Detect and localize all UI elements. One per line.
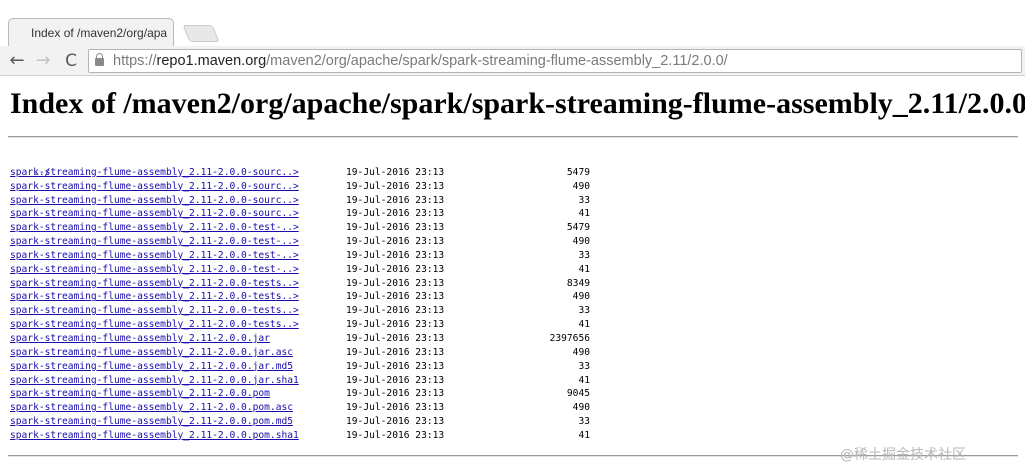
- file-size: 41: [578, 374, 590, 386]
- file-size: 41: [578, 319, 590, 331]
- url-path: /maven2/org/apache/spark/spark-streaming…: [266, 53, 728, 69]
- file-size: 41: [578, 208, 590, 220]
- file-link[interactable]: spark-streaming-flume-assembly_2.11-2.0.…: [10, 361, 293, 372]
- file-size: 9045: [566, 388, 590, 400]
- browser-tab[interactable]: Index of /maven2/org/apa: [8, 18, 174, 46]
- file-link[interactable]: spark-streaming-flume-assembly_2.11-2.0.…: [10, 347, 293, 358]
- forward-arrow-icon[interactable]: →: [32, 50, 54, 72]
- address-bar[interactable]: https://repo1.maven.org/maven2/org/apach…: [88, 49, 1022, 73]
- tab-title: Index of /maven2/org/apa: [31, 26, 168, 40]
- file-size: 33: [578, 416, 590, 428]
- file-size: 5479: [566, 166, 590, 178]
- file-link[interactable]: spark-streaming-flume-assembly_2.11-2.0.…: [10, 195, 299, 206]
- horizontal-rule-top: [8, 136, 1018, 138]
- file-link[interactable]: spark-streaming-flume-assembly_2.11-2.0.…: [10, 333, 270, 344]
- parent-directory-row: ../: [10, 152, 299, 178]
- reload-icon[interactable]: C: [60, 50, 82, 72]
- url-scheme: https://: [113, 53, 157, 69]
- file-size: 41: [578, 429, 590, 441]
- file-link[interactable]: spark-streaming-flume-assembly_2.11-2.0.…: [10, 402, 293, 413]
- file-date: 19-Jul-2016 23:13: [346, 388, 445, 400]
- file-size: 5479: [566, 222, 590, 234]
- file-size: 33: [578, 249, 590, 261]
- file-size: 8349: [566, 277, 590, 289]
- file-link[interactable]: spark-streaming-flume-assembly_2.11-2.0.…: [10, 416, 293, 427]
- file-date: 19-Jul-2016 23:13: [346, 429, 445, 441]
- file-link[interactable]: spark-streaming-flume-assembly_2.11-2.0.…: [10, 181, 299, 192]
- file-row: spark-streaming-flume-assembly_2.11-2.0.…: [10, 249, 590, 263]
- file-date: 19-Jul-2016 23:13: [346, 249, 445, 261]
- file-date: 19-Jul-2016 23:13: [346, 360, 445, 372]
- file-link[interactable]: spark-streaming-flume-assembly_2.11-2.0.…: [10, 208, 299, 219]
- file-link[interactable]: spark-streaming-flume-assembly_2.11-2.0.…: [10, 264, 299, 275]
- file-date: 19-Jul-2016 23:13: [346, 222, 445, 234]
- file-size: 490: [572, 402, 590, 414]
- file-link[interactable]: spark-streaming-flume-assembly_2.11-2.0.…: [10, 388, 270, 399]
- file-link[interactable]: spark-streaming-flume-assembly_2.11-2.0.…: [10, 375, 299, 386]
- file-date: 19-Jul-2016 23:13: [346, 194, 445, 206]
- file-date: 19-Jul-2016 23:13: [346, 416, 445, 428]
- file-size: 33: [578, 360, 590, 372]
- url-host: repo1.maven.org: [156, 53, 267, 69]
- file-row: spark-streaming-flume-assembly_2.11-2.0.…: [10, 180, 590, 194]
- file-row: spark-streaming-flume-assembly_2.11-2.0.…: [10, 235, 590, 249]
- file-row: spark-streaming-flume-assembly_2.11-2.0.…: [10, 387, 590, 401]
- file-row: spark-streaming-flume-assembly_2.11-2.0.…: [10, 277, 590, 291]
- address-url[interactable]: https://repo1.maven.org/maven2/org/apach…: [113, 53, 728, 69]
- directory-listing: ../ spark-streaming-flume-assembly_2.11-…: [10, 152, 590, 443]
- file-row: spark-streaming-flume-assembly_2.11-2.0.…: [10, 207, 590, 221]
- file-row: spark-streaming-flume-assembly_2.11-2.0.…: [10, 360, 590, 374]
- watermark: @稀土掘金技术社区: [840, 447, 966, 463]
- file-date: 19-Jul-2016 23:13: [346, 208, 445, 220]
- file-date: 19-Jul-2016 23:13: [346, 291, 445, 303]
- file-row: spark-streaming-flume-assembly_2.11-2.0.…: [10, 374, 590, 388]
- file-date: 19-Jul-2016 23:13: [346, 277, 445, 289]
- file-size: 33: [578, 305, 590, 317]
- back-arrow-icon[interactable]: ←: [6, 50, 28, 72]
- file-link[interactable]: spark-streaming-flume-assembly_2.11-2.0.…: [10, 167, 299, 178]
- file-date: 19-Jul-2016 23:13: [346, 236, 445, 248]
- file-link[interactable]: spark-streaming-flume-assembly_2.11-2.0.…: [10, 305, 299, 316]
- file-size: 2397656: [549, 332, 590, 344]
- file-date: 19-Jul-2016 23:13: [346, 263, 445, 275]
- page-title: Index of /maven2/org/apache/spark/spark-…: [10, 87, 1025, 120]
- file-row: spark-streaming-flume-assembly_2.11-2.0.…: [10, 401, 590, 415]
- file-date: 19-Jul-2016 23:13: [346, 180, 445, 192]
- file-size: 33: [578, 194, 590, 206]
- file-row: spark-streaming-flume-assembly_2.11-2.0.…: [10, 429, 590, 443]
- file-size: 490: [572, 346, 590, 358]
- file-row: spark-streaming-flume-assembly_2.11-2.0.…: [10, 221, 590, 235]
- file-row: spark-streaming-flume-assembly_2.11-2.0.…: [10, 263, 590, 277]
- file-date: 19-Jul-2016 23:13: [346, 374, 445, 386]
- file-row: spark-streaming-flume-assembly_2.11-2.0.…: [10, 346, 590, 360]
- file-link[interactable]: spark-streaming-flume-assembly_2.11-2.0.…: [10, 319, 299, 330]
- file-date: 19-Jul-2016 23:13: [346, 166, 445, 178]
- file-size: 490: [572, 291, 590, 303]
- file-row: spark-streaming-flume-assembly_2.11-2.0.…: [10, 332, 590, 346]
- file-link[interactable]: spark-streaming-flume-assembly_2.11-2.0.…: [10, 250, 299, 261]
- file-row: spark-streaming-flume-assembly_2.11-2.0.…: [10, 415, 590, 429]
- file-row: spark-streaming-flume-assembly_2.11-2.0.…: [10, 166, 590, 180]
- file-date: 19-Jul-2016 23:13: [346, 332, 445, 344]
- new-tab-button[interactable]: [182, 25, 220, 42]
- file-date: 19-Jul-2016 23:13: [346, 346, 445, 358]
- file-row: spark-streaming-flume-assembly_2.11-2.0.…: [10, 318, 590, 332]
- file-date: 19-Jul-2016 23:13: [346, 305, 445, 317]
- file-row: spark-streaming-flume-assembly_2.11-2.0.…: [10, 290, 590, 304]
- lock-icon: [95, 53, 104, 66]
- file-link[interactable]: spark-streaming-flume-assembly_2.11-2.0.…: [10, 278, 299, 289]
- file-date: 19-Jul-2016 23:13: [346, 402, 445, 414]
- tab-strip: Index of /maven2/org/apa: [0, 0, 1025, 46]
- file-link[interactable]: spark-streaming-flume-assembly_2.11-2.0.…: [10, 236, 299, 247]
- file-link[interactable]: spark-streaming-flume-assembly_2.11-2.0.…: [10, 430, 299, 441]
- file-row: spark-streaming-flume-assembly_2.11-2.0.…: [10, 194, 590, 208]
- file-size: 490: [572, 236, 590, 248]
- file-link[interactable]: spark-streaming-flume-assembly_2.11-2.0.…: [10, 222, 299, 233]
- browser-toolbar: ← → C https://repo1.maven.org/maven2/org…: [0, 46, 1025, 76]
- file-date: 19-Jul-2016 23:13: [346, 319, 445, 331]
- file-size: 490: [572, 180, 590, 192]
- file-size: 41: [578, 263, 590, 275]
- file-row: spark-streaming-flume-assembly_2.11-2.0.…: [10, 304, 590, 318]
- file-link[interactable]: spark-streaming-flume-assembly_2.11-2.0.…: [10, 291, 299, 302]
